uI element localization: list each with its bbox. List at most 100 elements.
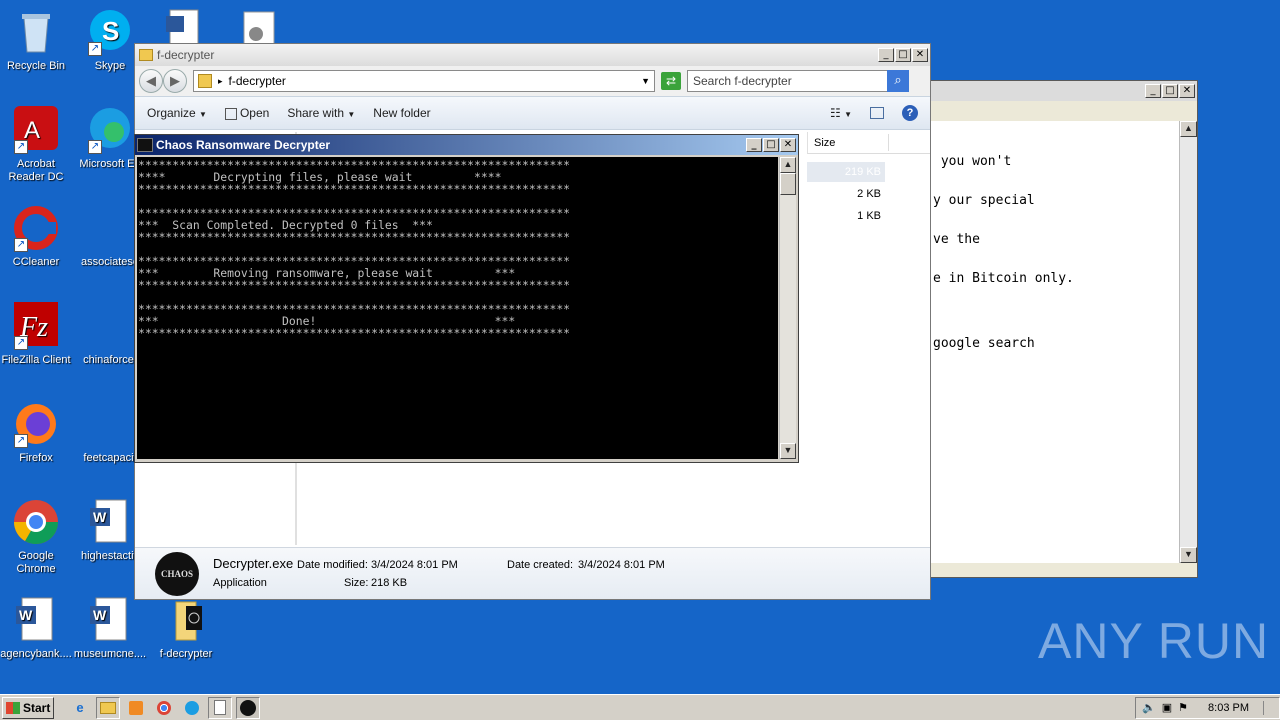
- note-title-bar[interactable]: _ □ ✕: [929, 81, 1197, 101]
- close-button[interactable]: ✕: [912, 48, 928, 62]
- note-line: google search: [933, 336, 1035, 351]
- scroll-down-arrow[interactable]: ▼: [780, 443, 796, 459]
- chaos-app-icon: [137, 138, 153, 152]
- folder-icon: [139, 49, 153, 61]
- desktop-icon-acrobat[interactable]: A ↗ Acrobat Reader DC: [0, 106, 74, 184]
- chrome-icon[interactable]: [152, 697, 176, 719]
- filezilla-icon: Fz ↗: [12, 302, 60, 350]
- minimize-button[interactable]: _: [1145, 84, 1161, 98]
- word-doc-icon[interactable]: [164, 8, 204, 48]
- size-label: Size:: [344, 577, 369, 589]
- explorer-toolbar: Organize ▼ Open Share with ▼ New folder …: [135, 96, 930, 130]
- help-icon[interactable]: ?: [902, 105, 918, 121]
- blank-file-icon: [86, 204, 134, 252]
- file-size-cell[interactable]: 2 KB: [807, 184, 885, 204]
- chevron-down-icon[interactable]: ▼: [641, 76, 650, 86]
- file-type: Application: [213, 577, 267, 589]
- explorer-taskbar-icon[interactable]: [96, 696, 120, 719]
- note-line: you won't: [933, 154, 1012, 169]
- start-button[interactable]: Start: [2, 696, 54, 719]
- console-output[interactable]: ****************************************…: [137, 157, 778, 459]
- note-line: ve the: [933, 232, 980, 247]
- clock[interactable]: 8:03 PM: [1208, 702, 1249, 714]
- console-window[interactable]: Chaos Ransomware Decrypter _ □ ✕ *******…: [134, 134, 799, 463]
- maximize-button[interactable]: □: [763, 138, 779, 152]
- back-button[interactable]: ◀: [139, 69, 163, 93]
- new-folder-button[interactable]: New folder: [373, 106, 430, 120]
- address-bar-row: ◀ ▶ ▸ f-decrypter ▼ ⇄ Search f-decrypter…: [135, 66, 930, 96]
- breadcrumb[interactable]: f-decrypter: [229, 74, 286, 88]
- maximize-button[interactable]: □: [895, 48, 911, 62]
- size-value: 218 KB: [371, 577, 408, 589]
- chaos-console-taskbar-icon[interactable]: [236, 696, 260, 719]
- desktop-icon-firefox[interactable]: ↗ Firefox: [0, 400, 74, 465]
- chrome-icon: [12, 498, 60, 546]
- search-input[interactable]: Search f-decrypter ⌕: [687, 70, 909, 92]
- skype-icon: S ↗: [86, 8, 134, 56]
- show-desktop-button[interactable]: [1263, 700, 1273, 715]
- volume-icon[interactable]: 🔈: [1142, 701, 1156, 714]
- system-tray: 🔈 ▣ ⚑ 8:03 PM: [1135, 696, 1280, 719]
- explorer-title-bar[interactable]: f-decrypter _ □ ✕: [135, 44, 930, 66]
- note-vertical-scrollbar[interactable]: ▲ ▼: [1179, 121, 1197, 563]
- word-doc-icon: W: [12, 596, 60, 644]
- folder-icon: [198, 74, 212, 88]
- ransom-note-window[interactable]: _ □ ✕ you won't y our special ve the e i…: [928, 80, 1198, 578]
- notepad-icon[interactable]: [208, 696, 232, 719]
- scroll-down-arrow[interactable]: ▼: [1180, 547, 1197, 563]
- size-column-header[interactable]: Size: [814, 137, 835, 149]
- desktop-icon-agencybank[interactable]: W agencybank....: [0, 596, 74, 661]
- file-size-cell[interactable]: 1 KB: [807, 206, 885, 226]
- file-size-cell[interactable]: 219 KB: [807, 162, 885, 182]
- console-vertical-scrollbar[interactable]: ▲ ▼: [779, 157, 796, 459]
- ie-icon[interactable]: e: [68, 697, 92, 719]
- svg-text:W: W: [19, 607, 33, 623]
- note-text-area[interactable]: you won't y our special ve the e in Bitc…: [929, 121, 1179, 563]
- scroll-thumb[interactable]: [780, 173, 796, 195]
- desktop-icon-recycle-bin[interactable]: Recycle Bin: [0, 8, 74, 73]
- organize-menu[interactable]: Organize ▼: [147, 106, 207, 120]
- desktop-icon-chrome[interactable]: Google Chrome: [0, 498, 74, 576]
- refresh-icon[interactable]: ⇄: [661, 72, 681, 90]
- forward-button[interactable]: ▶: [163, 69, 187, 93]
- desktop-icon-filezilla[interactable]: Fz ↗ FileZilla Client: [0, 302, 74, 367]
- console-title: Chaos Ransomware Decrypter: [156, 138, 331, 152]
- edge-icon[interactable]: [180, 697, 204, 719]
- date-created-value: 3/4/2024 8:01 PM: [578, 559, 665, 571]
- view-options-icon[interactable]: ☷ ▼: [830, 106, 852, 120]
- breadcrumb-arrow-icon[interactable]: ▸: [218, 76, 223, 87]
- network-icon[interactable]: ▣: [1162, 701, 1172, 714]
- date-modified-label: Date modified:: [297, 559, 368, 571]
- blank-file-icon: [86, 302, 134, 350]
- close-button[interactable]: ✕: [1179, 84, 1195, 98]
- note-line: y our special: [933, 193, 1035, 208]
- close-button[interactable]: ✕: [780, 138, 796, 152]
- share-with-menu[interactable]: Share with ▼: [287, 106, 355, 120]
- maximize-button[interactable]: □: [1162, 84, 1178, 98]
- flag-icon[interactable]: ⚑: [1178, 701, 1188, 714]
- scroll-up-arrow[interactable]: ▲: [1180, 121, 1197, 137]
- minimize-button[interactable]: _: [878, 48, 894, 62]
- date-created-label: Date created:: [507, 559, 574, 571]
- desktop-icon-museumcne[interactable]: W museumcne....: [72, 596, 148, 661]
- date-modified-value: 3/4/2024 8:01 PM: [371, 559, 458, 571]
- scroll-up-arrow[interactable]: ▲: [780, 157, 796, 173]
- desktop-icon-f-decrypter[interactable]: f-decrypter: [148, 596, 224, 661]
- acrobat-icon: A ↗: [12, 106, 60, 154]
- open-icon: [224, 107, 237, 120]
- recycle-bin-icon: [12, 8, 60, 56]
- svg-text:W: W: [93, 607, 107, 623]
- console-title-bar[interactable]: Chaos Ransomware Decrypter _ □ ✕: [135, 135, 798, 155]
- minimize-button[interactable]: _: [746, 138, 762, 152]
- desktop-icon-ccleaner[interactable]: ↗ CCleaner: [0, 204, 74, 269]
- search-icon[interactable]: ⌕: [887, 70, 909, 92]
- open-button[interactable]: Open: [224, 106, 269, 120]
- blank-file-icon: [86, 400, 134, 448]
- file-icon[interactable]: [240, 10, 280, 47]
- details-pane: CHAOS Decrypter.exe Application Date mod…: [135, 547, 930, 599]
- preview-pane-icon[interactable]: [870, 107, 884, 119]
- address-bar[interactable]: ▸ f-decrypter ▼: [193, 70, 655, 92]
- file-name: Decrypter.exe: [213, 556, 294, 571]
- media-player-icon[interactable]: [124, 697, 148, 719]
- taskbar: Start e 🔈 ▣ ⚑ 8:03 PM: [0, 694, 1280, 720]
